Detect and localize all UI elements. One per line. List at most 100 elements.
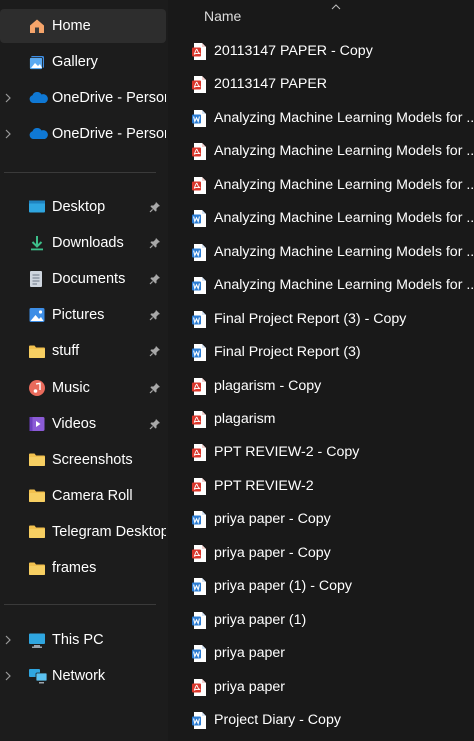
folder-icon <box>28 334 46 368</box>
file-row[interactable]: Analyzing Machine Learning Models for ..… <box>169 102 474 135</box>
file-row[interactable]: priya paper <box>169 671 474 704</box>
file-name: 20113147 PAPER - Copy <box>214 43 373 59</box>
file-row[interactable]: PPT REVIEW-2 <box>169 470 474 503</box>
sidebar-item-desktop[interactable]: Desktop <box>0 190 166 224</box>
sidebar-item-gallery[interactable]: Gallery <box>0 45 166 79</box>
file-row[interactable]: Analyzing Machine Learning Models for ..… <box>169 202 474 235</box>
sidebar-item-documents[interactable]: Documents <box>0 262 166 296</box>
sidebar-item-onedrive-persona[interactable]: OneDrive - Persona <box>0 117 166 151</box>
folder-icon <box>28 443 46 477</box>
file-list-pane: Name 20113147 PAPER - Copy 20113147 PAPER… <box>169 0 474 741</box>
file-name: Analyzing Machine Learning Models for ..… <box>214 243 474 260</box>
file-explorer-window: Home Gallery OneDrive - Persona OneDrive - … <box>0 0 474 741</box>
word-file-icon <box>191 611 208 635</box>
column-header-name[interactable]: Name <box>204 8 241 24</box>
sidebar-item-screenshots[interactable]: Screenshots <box>0 443 166 477</box>
pin-icon[interactable] <box>149 262 161 296</box>
file-name: 20113147 PAPER <box>214 76 328 93</box>
file-row[interactable]: priya paper <box>169 637 474 670</box>
file-name: priya paper <box>214 645 285 662</box>
pin-icon[interactable] <box>149 407 161 441</box>
file-name: Final Project Report (3) - Copy <box>214 310 407 327</box>
sidebar-item-pictures[interactable]: Pictures <box>0 298 166 332</box>
file-row[interactable]: Final Project Report (3) - Copy <box>169 303 474 336</box>
sidebar-item-music[interactable]: Music <box>0 371 166 405</box>
chevron-right-icon[interactable] <box>4 81 12 115</box>
sidebar-item-label: Camera Roll <box>52 487 133 504</box>
pin-icon[interactable] <box>149 190 161 224</box>
sidebar-item-stuff[interactable]: stuff <box>0 334 166 368</box>
file-row[interactable]: Analyzing Machine Learning Models for ..… <box>169 135 474 168</box>
word-file-icon <box>191 276 208 300</box>
chevron-right-icon[interactable] <box>4 659 12 693</box>
file-row[interactable]: Analyzing Machine Learning Models for ..… <box>169 236 474 269</box>
file-row[interactable]: Analyzing Machine Learning Models for ..… <box>169 269 474 302</box>
sidebar-item-label: OneDrive - Persona <box>52 90 166 106</box>
pin-icon[interactable] <box>149 371 161 405</box>
sidebar-item-label: Gallery <box>52 54 98 70</box>
pdf-file-icon <box>191 678 208 702</box>
word-file-icon <box>191 209 208 233</box>
chevron-right-icon[interactable] <box>4 623 12 657</box>
word-file-icon <box>191 577 208 601</box>
file-name: plagarism - Copy <box>214 377 322 394</box>
chevron-right-icon[interactable] <box>4 117 12 151</box>
file-row[interactable]: PPT REVIEW-2 - Copy <box>169 436 474 469</box>
file-row[interactable]: priya paper (1) - Copy <box>169 570 474 603</box>
word-file-icon <box>191 510 208 534</box>
folder-icon <box>28 515 46 549</box>
file-row[interactable]: 20113147 PAPER <box>169 68 474 101</box>
pin-icon[interactable] <box>149 334 161 368</box>
file-name: Analyzing Machine Learning Models for ..… <box>214 109 474 126</box>
file-name: PPT REVIEW-2 - Copy <box>214 444 360 461</box>
sidebar-item-camera-roll[interactable]: Camera Roll <box>0 479 166 513</box>
sidebar-item-network[interactable]: Network <box>0 659 166 693</box>
file-row[interactable]: 20113147 PAPER - Copy <box>169 35 474 68</box>
sidebar-item-label: Documents <box>52 271 126 288</box>
file-name: priya paper (1) <box>214 611 307 628</box>
pin-icon[interactable] <box>149 226 161 260</box>
sidebar-item-onedrive-persona[interactable]: OneDrive - Persona <box>0 81 166 115</box>
folder-icon <box>28 479 46 513</box>
pin-icon[interactable] <box>149 298 161 332</box>
word-file-icon <box>191 711 208 735</box>
sidebar-item-this-pc[interactable]: This PC <box>0 623 166 657</box>
sidebar-item-downloads[interactable]: Downloads <box>0 226 166 260</box>
file-row[interactable]: plagarism - Copy <box>169 370 474 403</box>
file-row[interactable]: Final Project Report (3) <box>169 336 474 369</box>
pdf-file-icon <box>191 176 208 200</box>
sidebar-item-label: Screenshots <box>52 451 133 468</box>
file-row[interactable]: priya paper - Copy <box>169 503 474 536</box>
sidebar-item-label: Telegram Desktop <box>52 523 166 540</box>
sidebar-divider <box>4 604 156 605</box>
file-name: plagarism <box>214 410 276 427</box>
pdf-file-icon <box>191 443 208 467</box>
file-row[interactable]: Analyzing Machine Learning Models for ..… <box>169 169 474 202</box>
sidebar-item-label: Home <box>52 18 91 34</box>
file-name: Analyzing Machine Learning Models for ..… <box>214 176 474 193</box>
file-name: priya paper - Copy <box>214 544 331 561</box>
file-row[interactable]: Project Diary - Copy <box>169 704 474 737</box>
sidebar-item-label: This PC <box>52 632 104 648</box>
sidebar-item-label: Downloads <box>52 235 124 252</box>
file-name: priya paper - Copy <box>214 511 331 528</box>
file-row[interactable]: plagarism <box>169 403 474 436</box>
folder-icon <box>28 551 46 585</box>
sidebar-item-frames[interactable]: frames <box>0 551 166 585</box>
downloads-icon <box>28 226 46 260</box>
sidebar-item-label: Desktop <box>52 199 106 215</box>
pdf-file-icon <box>191 544 208 568</box>
sidebar-item-label: Music <box>52 379 90 396</box>
pictures-icon <box>28 298 46 332</box>
sidebar-item-home[interactable]: Home <box>0 9 166 43</box>
sidebar-item-label: Videos <box>52 415 97 432</box>
file-row[interactable]: priya paper (1) <box>169 604 474 637</box>
onedrive-cloud-icon <box>28 117 48 151</box>
sort-ascending-icon <box>331 0 341 16</box>
sidebar-item-label: OneDrive - Persona <box>52 126 166 142</box>
sidebar-item-telegram-desktop[interactable]: Telegram Desktop <box>0 515 166 549</box>
sidebar-item-videos[interactable]: Videos <box>0 407 166 441</box>
videos-icon <box>28 407 46 441</box>
file-row[interactable]: priya paper - Copy <box>169 537 474 570</box>
desktop-icon <box>28 190 46 224</box>
